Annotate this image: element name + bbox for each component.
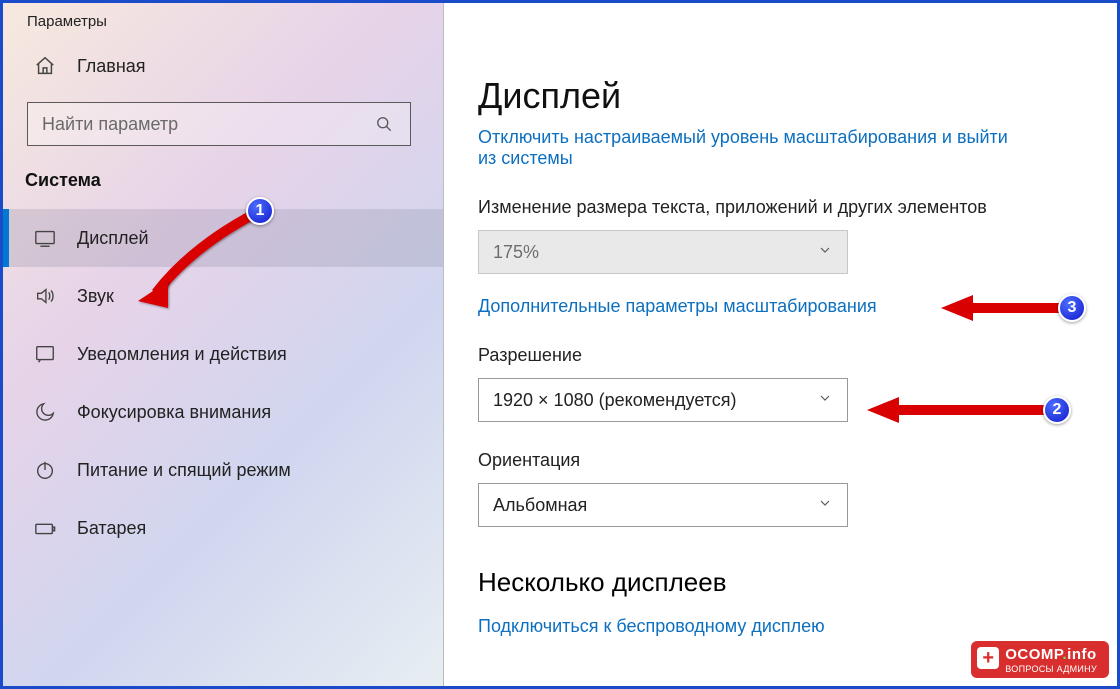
- sidebar-item-label: Звук: [77, 286, 114, 307]
- sidebar-item-battery[interactable]: Батарея: [3, 499, 443, 557]
- resolution-label: Разрешение: [478, 345, 1117, 366]
- chevron-down-icon: [817, 242, 833, 263]
- home-icon: [33, 54, 57, 78]
- search-input[interactable]: [42, 114, 372, 135]
- watermark-title-right: info: [1067, 646, 1097, 663]
- sidebar-item-label: Уведомления и действия: [77, 344, 287, 365]
- orientation-label: Ориентация: [478, 450, 1117, 471]
- resolution-dropdown[interactable]: 1920 × 1080 (рекомендуется): [478, 378, 848, 422]
- orientation-dropdown[interactable]: Альбомная: [478, 483, 848, 527]
- sidebar: Параметры Главная Система Дисплей: [3, 3, 443, 686]
- sidebar-item-display[interactable]: Дисплей: [3, 209, 443, 267]
- sound-icon: [33, 284, 57, 308]
- sidebar-item-label: Дисплей: [77, 228, 149, 249]
- sidebar-home-label: Главная: [77, 56, 146, 77]
- watermark-subtitle: ВОПРОСЫ АДМИНУ: [1005, 665, 1097, 674]
- chevron-down-icon: [817, 495, 833, 516]
- multi-display-header: Несколько дисплеев: [478, 567, 1117, 598]
- connect-wireless-link[interactable]: Подключиться к беспроводному дисплею: [478, 616, 825, 637]
- signout-link-line1[interactable]: Отключить настраиваемый уровень масштаби…: [478, 127, 1008, 148]
- display-icon: [33, 226, 57, 250]
- sidebar-item-focus[interactable]: Фокусировка внимания: [3, 383, 443, 441]
- scale-label: Изменение размера текста, приложений и д…: [478, 197, 1117, 218]
- search-wrap: [3, 88, 443, 160]
- battery-icon: [33, 516, 57, 540]
- scale-dropdown[interactable]: 175%: [478, 230, 848, 274]
- watermark-title-left: OCOMP: [1005, 646, 1062, 663]
- sidebar-item-power[interactable]: Питание и спящий режим: [3, 441, 443, 499]
- sidebar-item-label: Батарея: [77, 518, 146, 539]
- advanced-scaling-link[interactable]: Дополнительные параметры масштабирования: [478, 296, 877, 317]
- power-icon: [33, 458, 57, 482]
- plus-icon: +: [977, 647, 999, 669]
- chevron-down-icon: [817, 390, 833, 411]
- main-content: Дисплей Отключить настраиваемый уровень …: [444, 3, 1117, 686]
- sidebar-category: Система: [3, 160, 443, 209]
- sidebar-item-notifications[interactable]: Уведомления и действия: [3, 325, 443, 383]
- notifications-icon: [33, 342, 57, 366]
- sidebar-home[interactable]: Главная: [3, 44, 443, 88]
- sidebar-item-label: Питание и спящий режим: [77, 460, 291, 481]
- focus-icon: [33, 400, 57, 424]
- sidebar-item-label: Фокусировка внимания: [77, 402, 271, 423]
- signout-link-line2[interactable]: из системы: [478, 148, 573, 169]
- watermark: + OCOMP.info ВОПРОСЫ АДМИНУ: [971, 641, 1109, 678]
- search-box[interactable]: [27, 102, 411, 146]
- orientation-value: Альбомная: [493, 495, 587, 516]
- page-title: Дисплей: [478, 3, 1117, 117]
- sidebar-item-sound[interactable]: Звук: [3, 267, 443, 325]
- resolution-value: 1920 × 1080 (рекомендуется): [493, 390, 737, 411]
- window-title: Параметры: [3, 3, 443, 44]
- scale-value: 175%: [493, 242, 539, 263]
- search-icon: [372, 112, 396, 136]
